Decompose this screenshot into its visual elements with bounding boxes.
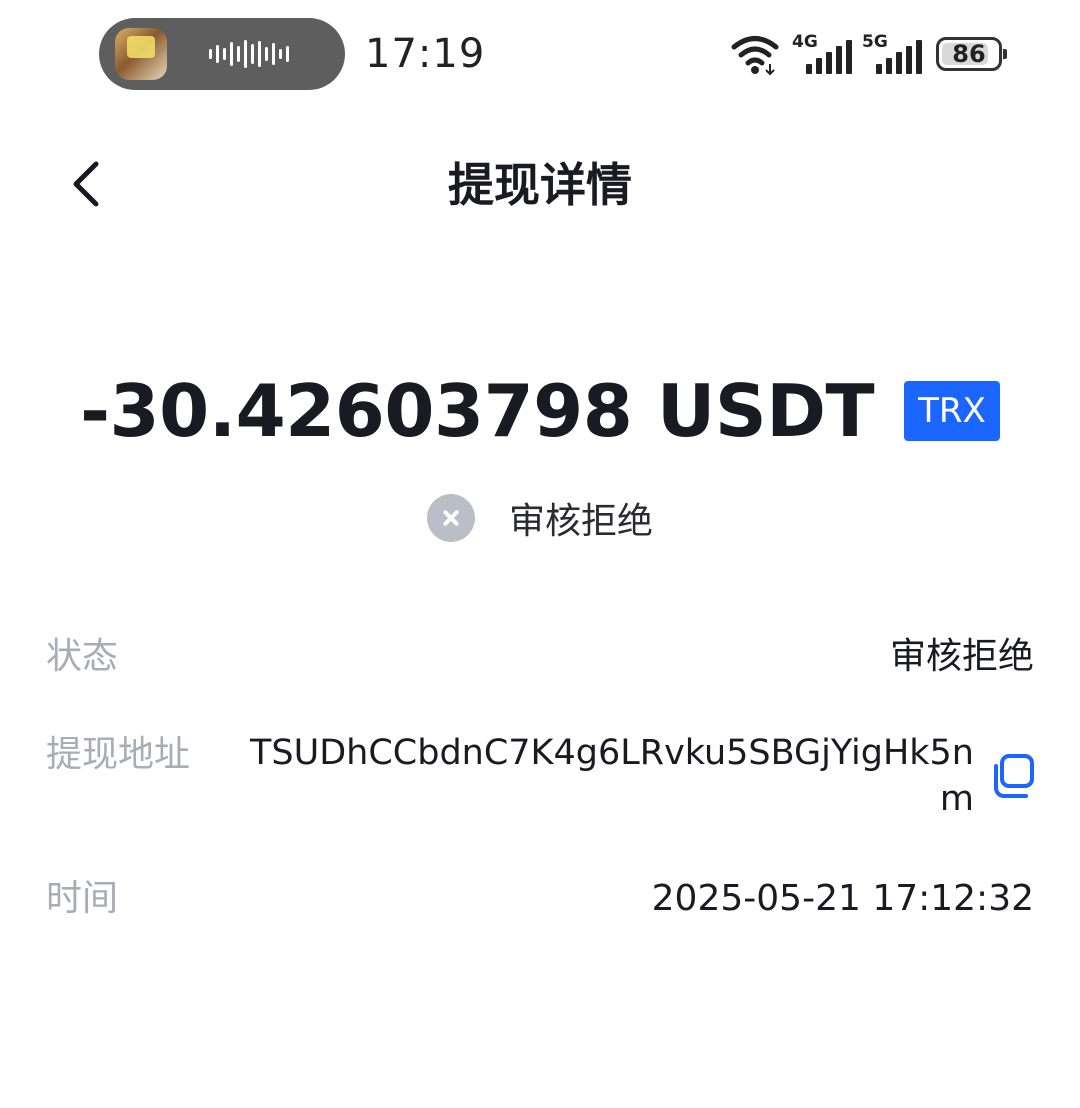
status-summary-text: 审核拒绝 xyxy=(508,501,653,542)
battery-icon: 86 xyxy=(936,37,1007,71)
status-time: 17:19 xyxy=(365,31,486,77)
wifi-icon xyxy=(731,36,779,76)
copy-icon[interactable] xyxy=(988,752,1036,800)
withdraw-amount: -30.42603798 USDT xyxy=(80,369,875,453)
time-label: 时间 xyxy=(46,878,119,919)
cellular-5g-signal-icon: 5G xyxy=(862,32,922,76)
audio-waveform-icon xyxy=(209,40,289,68)
battery-level: 86 xyxy=(952,40,986,68)
withdraw-address: TSUDhCCbdnC7K4g6LRvku5SBGjYigHk5nm xyxy=(250,733,974,819)
caller-avatar xyxy=(115,28,167,80)
page-title: 提现详情 xyxy=(448,158,632,212)
network-badge: TRX xyxy=(904,381,1000,441)
status-summary: 审核拒绝 xyxy=(0,490,1080,546)
address-label: 提现地址 xyxy=(46,734,191,775)
amount-summary: -30.42603798 USDT TRX xyxy=(0,366,1080,456)
status-value: 审核拒绝 xyxy=(889,636,1034,677)
close-circle-icon xyxy=(426,494,475,542)
status-label: 状态 xyxy=(46,636,119,677)
time-value: 2025-05-21 17:12:32 xyxy=(651,878,1034,919)
ongoing-call-pill[interactable] xyxy=(99,18,345,90)
status-bar: 17:19 4G 5G 86 xyxy=(0,0,1080,110)
cellular-4g-signal-icon: 4G xyxy=(792,32,852,76)
